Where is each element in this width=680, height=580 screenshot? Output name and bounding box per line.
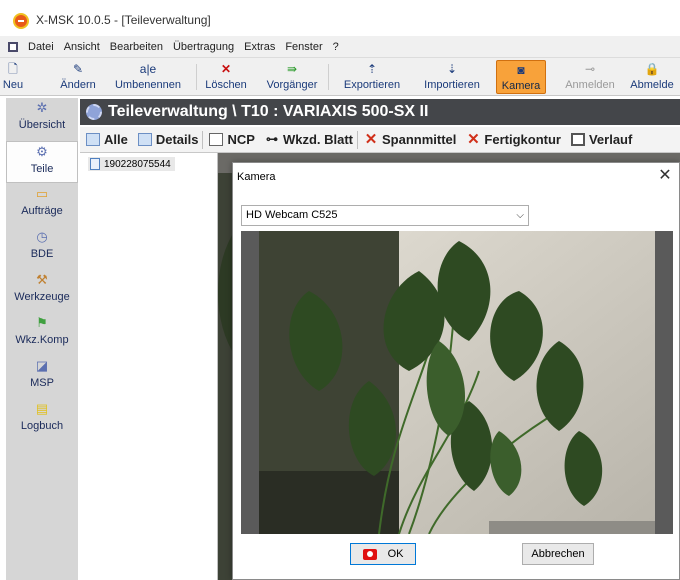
- toolbar-separator: [328, 64, 329, 90]
- export-icon: ⇡: [366, 62, 378, 76]
- predecessor-icon: ⇛: [286, 62, 298, 76]
- menu-help[interactable]: ?: [333, 41, 339, 53]
- delete-icon: ✕: [220, 62, 232, 76]
- edit-icon: ✎: [72, 62, 84, 76]
- main-toolbar: 🗋 Neu ✎ Ändern a|e Umbenennen ✕ Löschen …: [0, 58, 680, 96]
- camera-preview: [259, 231, 655, 534]
- overview-icon: ✲: [36, 100, 48, 115]
- sidebar-item-werkzeuge[interactable]: ⚒ Werkzeuge: [6, 270, 78, 312]
- close-red-icon: ✕: [467, 131, 480, 148]
- camera-dialog: Kamera ✕ HD Webcam C525 ⌵ OK Abbrechen: [232, 162, 680, 580]
- sidebar-item-logbuch[interactable]: ▤ Logbuch: [6, 399, 78, 441]
- menu-datei[interactable]: Datei: [28, 41, 54, 53]
- menu-fenster[interactable]: Fenster: [285, 41, 322, 53]
- camera-preview-frame: [241, 231, 673, 534]
- sidebar-item-uebersicht[interactable]: ✲ Übersicht: [6, 98, 78, 140]
- import-icon: ⇣: [446, 62, 458, 76]
- cancel-button[interactable]: Abbrechen: [522, 543, 594, 565]
- parts-icon: ⚙: [36, 144, 48, 159]
- tab-spannmittel[interactable]: ✕ Spannmittel: [364, 131, 457, 148]
- export-button[interactable]: ⇡ Exportieren: [340, 60, 404, 94]
- orders-icon: ▭: [35, 186, 49, 201]
- menu-uebertragung[interactable]: Übertragung: [173, 41, 234, 53]
- logout-button[interactable]: 🔒 Abmelde: [624, 60, 680, 94]
- close-icon[interactable]: ✕: [655, 165, 675, 185]
- tab-ncp[interactable]: NCP: [209, 132, 255, 147]
- tree-item[interactable]: 190228075544: [88, 157, 175, 171]
- title-bar: X-MSK 10.0.5 - [Teileverwaltung]: [0, 0, 680, 36]
- window-title: X-MSK 10.0.5 - [Teileverwaltung]: [36, 13, 211, 27]
- bde-icon: ◷: [36, 229, 48, 244]
- tab-details[interactable]: Details: [137, 132, 198, 147]
- camera-button[interactable]: ◙ Kamera: [496, 60, 546, 94]
- rename-button[interactable]: a|e Umbenennen: [108, 60, 188, 94]
- tab-alle[interactable]: Alle: [86, 132, 128, 147]
- film-icon: [570, 133, 585, 146]
- grid-icon: [86, 133, 100, 146]
- camera-icon: ◙: [517, 63, 525, 77]
- menu-bar: Datei Ansicht Bearbeiten Übertragung Ext…: [0, 36, 680, 58]
- sidebar-item-teile[interactable]: ⚙ Teile: [6, 141, 78, 183]
- app-logo-icon: [13, 13, 29, 29]
- rename-icon: a|e: [139, 62, 157, 76]
- details-icon: [137, 133, 152, 146]
- new-document-icon: 🗋: [8, 62, 18, 76]
- system-menu-icon[interactable]: [8, 41, 18, 52]
- menu-bearbeiten[interactable]: Bearbeiten: [110, 41, 163, 53]
- login-icon: ⊸: [584, 62, 596, 76]
- document-icon: [209, 133, 224, 146]
- chevron-down-icon: ⌵: [516, 210, 524, 221]
- page-title-bar: Teileverwaltung \ T10 : VARIAXIS 500-SX …: [80, 99, 680, 125]
- sidebar-item-wkz-komp[interactable]: ⚑ Wkz.Komp: [6, 313, 78, 355]
- sidebar-item-msp[interactable]: ◪ MSP: [6, 356, 78, 398]
- page-title: Teileverwaltung \ T10 : VARIAXIS 500-SX …: [108, 103, 429, 120]
- view-toolbar: Alle Details NCP ⊶ Wkzd. Blatt ✕ Spannmi…: [80, 127, 680, 153]
- sidebar-item-bde[interactable]: ◷ BDE: [6, 227, 78, 269]
- parts-tree: 190228075544: [80, 153, 218, 580]
- menu-extras[interactable]: Extras: [244, 41, 275, 53]
- menu-ansicht[interactable]: Ansicht: [64, 41, 100, 53]
- tab-verlauf[interactable]: Verlauf: [570, 132, 632, 147]
- tools-icon: ⚒: [36, 272, 48, 287]
- tool-components-icon: ⚑: [36, 315, 48, 330]
- tool-sheet-icon: ⊶: [265, 132, 278, 146]
- login-button[interactable]: ⊸ Anmelden: [562, 60, 618, 94]
- ok-button[interactable]: OK: [350, 543, 416, 565]
- sidebar-item-auftraege[interactable]: ▭ Aufträge: [6, 184, 78, 226]
- close-red-icon: ✕: [364, 131, 378, 148]
- dialog-title: Kamera: [237, 171, 276, 183]
- file-icon: [90, 158, 100, 170]
- tab-wkzd-blatt[interactable]: ⊶ Wkzd. Blatt: [265, 132, 353, 147]
- toolbar-separator: [357, 130, 358, 149]
- logout-icon: 🔒: [644, 62, 660, 76]
- app-window: X-MSK 10.0.5 - [Teileverwaltung] Datei A…: [0, 0, 680, 580]
- gear-icon: [86, 104, 102, 120]
- camera-image: [259, 231, 655, 534]
- camera-icon: [362, 548, 377, 560]
- toolbar-separator: [196, 64, 197, 90]
- logbook-icon: ▤: [35, 401, 49, 416]
- new-button[interactable]: 🗋 Neu: [2, 60, 24, 94]
- tab-fertigkontur[interactable]: ✕ Fertigkontur: [466, 132, 561, 147]
- camera-select[interactable]: HD Webcam C525 ⌵: [241, 205, 529, 226]
- sidebar: ✲ Übersicht ⚙ Teile ▭ Aufträge ◷ BDE ⚒ W…: [6, 98, 78, 580]
- toolbar-separator: [202, 130, 204, 149]
- import-button[interactable]: ⇣ Importieren: [420, 60, 484, 94]
- edit-button[interactable]: ✎ Ändern: [58, 60, 98, 94]
- predecessor-button[interactable]: ⇛ Vorgänger: [264, 60, 320, 94]
- msp-icon: ◪: [35, 358, 49, 373]
- delete-button[interactable]: ✕ Löschen: [202, 60, 250, 94]
